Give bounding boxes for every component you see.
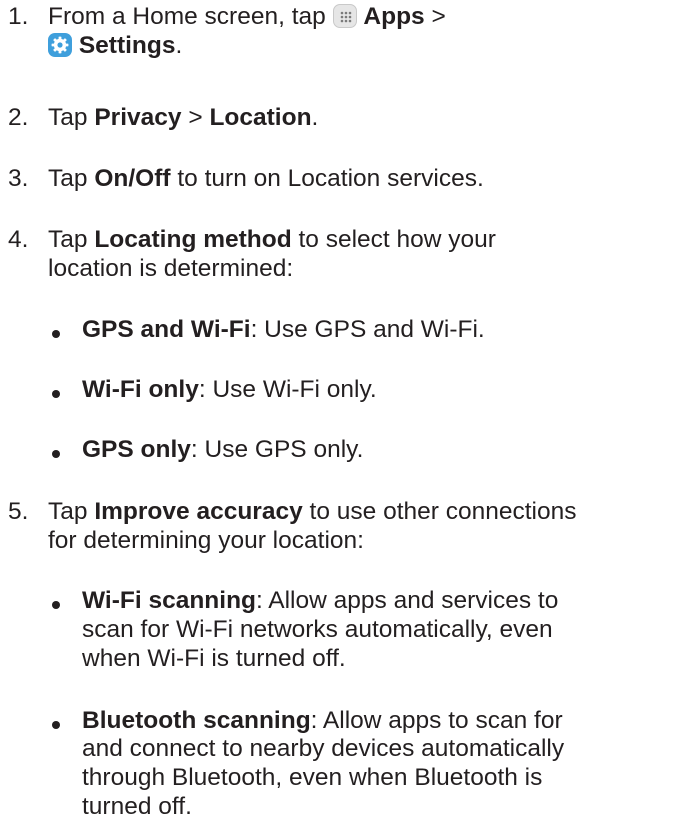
bullet-description: : Allow apps to scan for: [310, 706, 563, 734]
step-text: From a Home screen, tap Apps > Settings.: [48, 3, 667, 61]
step-text: Tap Improve accuracy to use other connec…: [48, 498, 667, 556]
step-text-segment: Tap: [48, 497, 88, 525]
instructions-document: 1. From a Home screen, tap Apps > Settin…: [0, 0, 673, 825]
bullet-term: GPS and Wi-Fi: [82, 315, 251, 343]
locating-method-label: Locating method: [94, 225, 292, 253]
bullet-text: Wi-Fi only: Use Wi-Fi only.: [82, 376, 667, 405]
step-number: 2.: [8, 103, 29, 131]
step-text-segment: to select how your: [298, 225, 496, 253]
step-text: Tap On/Off to turn on Location services.: [48, 165, 667, 194]
separator-gt: >: [188, 103, 203, 131]
bullet-dot: [52, 389, 60, 398]
bullet-description: : Use GPS only.: [190, 436, 364, 464]
period: .: [311, 103, 319, 131]
step-number: 5.: [8, 497, 29, 525]
period: .: [175, 32, 183, 60]
bullet-term: Wi-Fi scanning: [82, 587, 257, 615]
improve-accuracy-label: Improve accuracy: [94, 497, 303, 525]
step-text: Tap Locating method to select how your l…: [48, 226, 667, 284]
bullet-dot: [52, 450, 60, 459]
step-text-segment: Tap: [48, 164, 88, 192]
settings-label: Settings: [78, 32, 176, 60]
step-text-segment: Tap: [48, 225, 88, 253]
bullet-term: Bluetooth scanning: [82, 706, 311, 734]
step-line: location is determined:: [48, 254, 294, 282]
bullet-line: scan for Wi-Fi networks automatically, e…: [82, 615, 553, 643]
apps-grid-icon: [332, 4, 357, 29]
bullet-line: and connect to nearby devices automatica…: [82, 735, 565, 763]
step-text-segment: to turn on Location services.: [177, 164, 484, 192]
step-line: Settings.: [48, 32, 667, 61]
bullet-description: : Use GPS and Wi-Fi.: [250, 315, 485, 343]
step-text: Tap Privacy > Location.: [48, 104, 667, 133]
location-label: Location: [209, 103, 312, 131]
step-line: for determining your location:: [48, 526, 364, 554]
step-number: 4.: [8, 225, 29, 253]
bullet-dot: [52, 601, 60, 610]
bullet-description: : Allow apps and services to: [256, 587, 559, 615]
separator-gt: >: [431, 3, 446, 31]
bullet-dot: [52, 720, 60, 729]
step-number: 1.: [8, 3, 29, 31]
bullet-text: GPS only: Use GPS only.: [82, 436, 667, 465]
bullet-line: when Wi-Fi is turned off.: [82, 644, 346, 672]
step-line: Tap Locating method to select how your: [48, 226, 667, 255]
bullet-text: Bluetooth scanning: Allow apps to scan f…: [82, 707, 667, 822]
bullet-line: Bluetooth scanning: Allow apps to scan f…: [82, 707, 667, 736]
step-number: 3.: [8, 164, 29, 192]
bullet-line: Wi-Fi scanning: Allow apps and services …: [82, 587, 667, 616]
bullet-description: : Use Wi-Fi only.: [198, 375, 377, 403]
bullet-line: turned off.: [82, 793, 192, 821]
on-off-label: On/Off: [94, 164, 171, 192]
step-text-segment: to use other connections: [309, 497, 577, 525]
bullet-term: GPS only: [82, 436, 191, 464]
step-text-segment: Tap: [48, 103, 88, 131]
step-line: From a Home screen, tap Apps >: [48, 3, 667, 32]
privacy-label: Privacy: [94, 103, 182, 131]
bullet-text: GPS and Wi-Fi: Use GPS and Wi-Fi.: [82, 316, 667, 345]
step-text-segment: From a Home screen, tap: [48, 3, 326, 31]
apps-label: Apps: [363, 3, 425, 31]
bullet-dot: [52, 329, 60, 338]
bullet-text: Wi-Fi scanning: Allow apps and services …: [82, 587, 667, 674]
step-line: Tap Improve accuracy to use other connec…: [48, 498, 667, 527]
bullet-line: through Bluetooth, even when Bluetooth i…: [82, 764, 543, 792]
settings-gear-icon: [48, 33, 72, 58]
bullet-term: Wi-Fi only: [82, 375, 199, 403]
